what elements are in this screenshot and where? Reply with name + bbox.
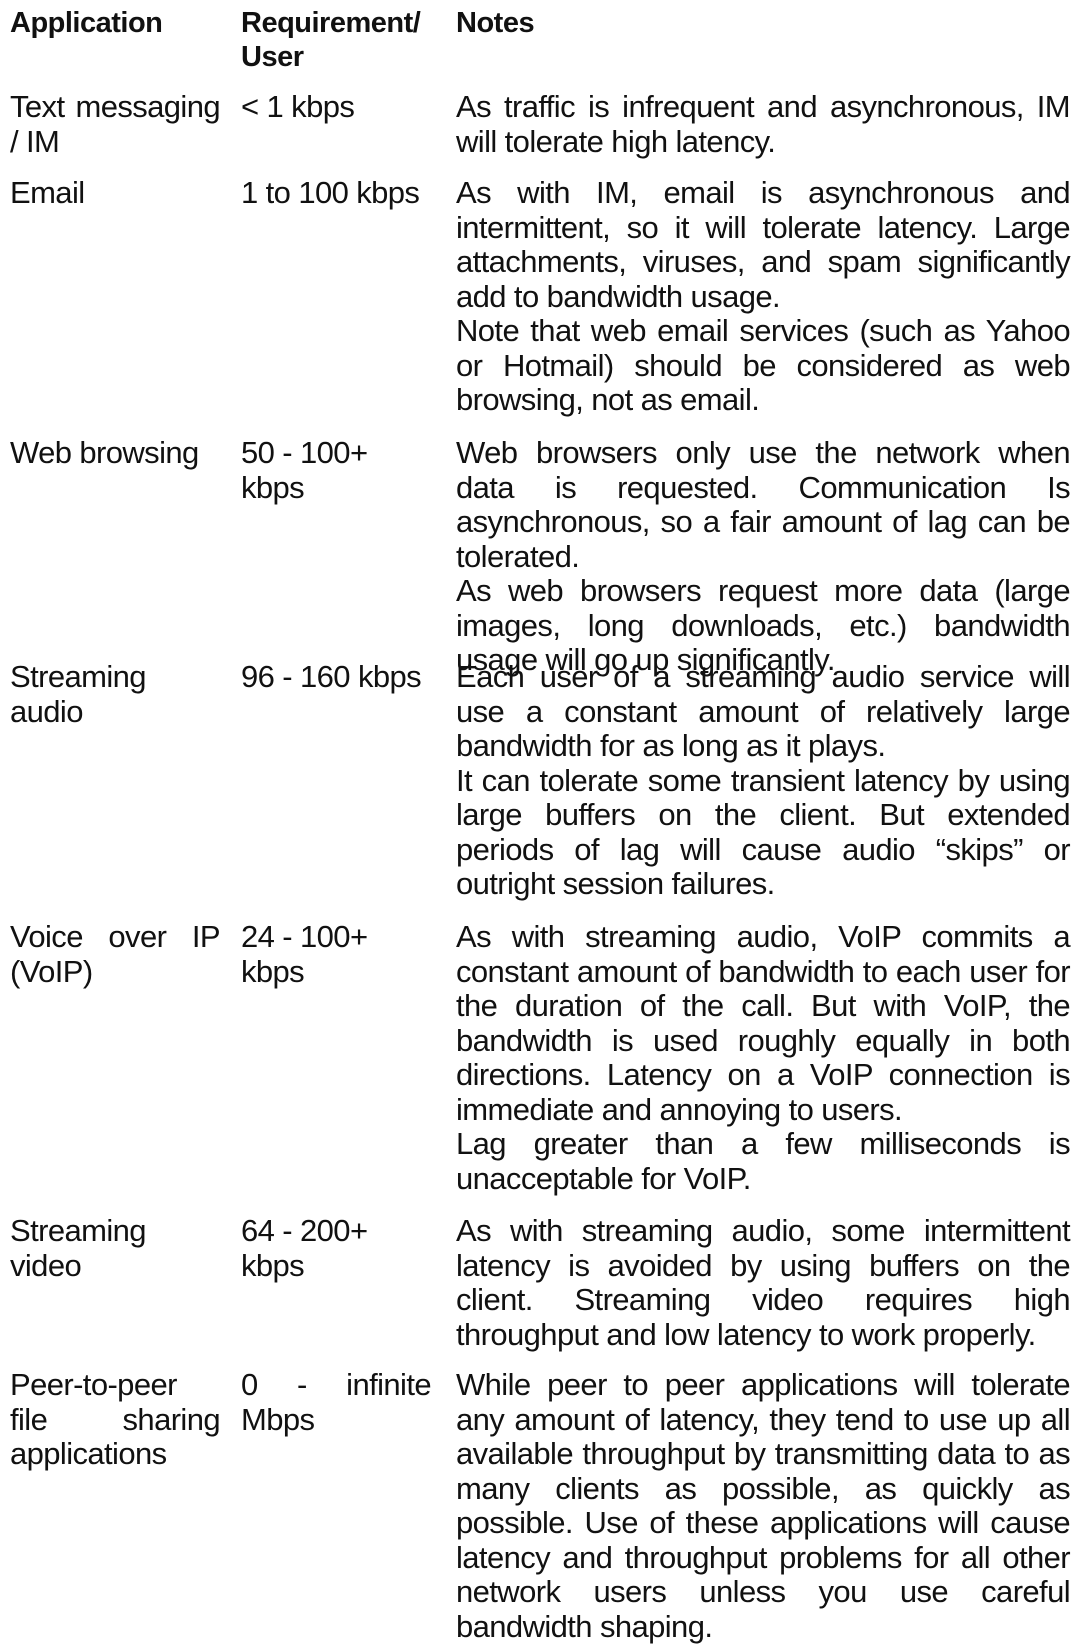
- row-application: Streaming audio: [10, 659, 146, 729]
- row-notes: As traffic is infrequent and asynchronou…: [456, 89, 1071, 159]
- row-notes: As with streaming audio, VoIP commits a …: [456, 919, 1071, 1196]
- notes-paragraph: As traffic is infrequent and asynchronou…: [456, 89, 1071, 159]
- row-requirement: 0 - infinite Mbps: [241, 1367, 432, 1437]
- row-requirement: 50 - 100+ kbps: [241, 435, 368, 505]
- header-application: Application: [10, 7, 163, 39]
- row-notes: As with streaming audio, some intermitte…: [456, 1213, 1071, 1352]
- notes-paragraph: Lag greater than a few milliseconds is u…: [456, 1126, 1071, 1196]
- notes-paragraph: It can tolerate some transient latency b…: [456, 762, 1071, 901]
- notes-paragraph: While peer to peer applications will tol…: [456, 1367, 1071, 1644]
- row-application: Email: [10, 175, 85, 210]
- row-application: Peer-to-peer file sharing applications: [10, 1367, 221, 1471]
- header-notes: Notes: [456, 7, 535, 39]
- row-application: Voice over IP (VoIP): [10, 919, 221, 989]
- row-notes: As with IM, email is asynchronous and in…: [456, 175, 1071, 418]
- row-requirement: < 1 kbps: [241, 89, 355, 124]
- notes-paragraph: As with IM, email is asynchronous and in…: [456, 175, 1071, 314]
- row-application: Text messaging / IM: [10, 89, 221, 159]
- notes-paragraph: As with streaming audio, some intermitte…: [456, 1213, 1071, 1352]
- row-requirement: 96 - 160 kbps: [241, 659, 422, 694]
- notes-paragraph: Note that web email services (such as Ya…: [456, 313, 1071, 417]
- row-application: Web browsing: [10, 435, 199, 470]
- notes-paragraph: Web browsers only use the network when d…: [456, 435, 1071, 574]
- notes-paragraph: As with streaming audio, VoIP commits a …: [456, 919, 1071, 1127]
- row-requirement: 64 - 200+ kbps: [241, 1213, 368, 1283]
- row-notes: While peer to peer applications will tol…: [456, 1367, 1071, 1644]
- row-notes: Each user of a streaming audio service w…: [456, 659, 1071, 902]
- row-requirement: 1 to 100 kbps: [241, 175, 420, 210]
- notes-paragraph: Each user of a streaming audio service w…: [456, 659, 1071, 763]
- row-requirement: 24 - 100+ kbps: [241, 919, 368, 989]
- row-application: Streaming video: [10, 1213, 146, 1283]
- bandwidth-requirements-table: Application Requirement/ User Notes Text…: [0, 0, 1082, 1643]
- row-notes: Web browsers only use the network when d…: [456, 435, 1071, 678]
- header-requirement: Requirement/ User: [241, 7, 421, 73]
